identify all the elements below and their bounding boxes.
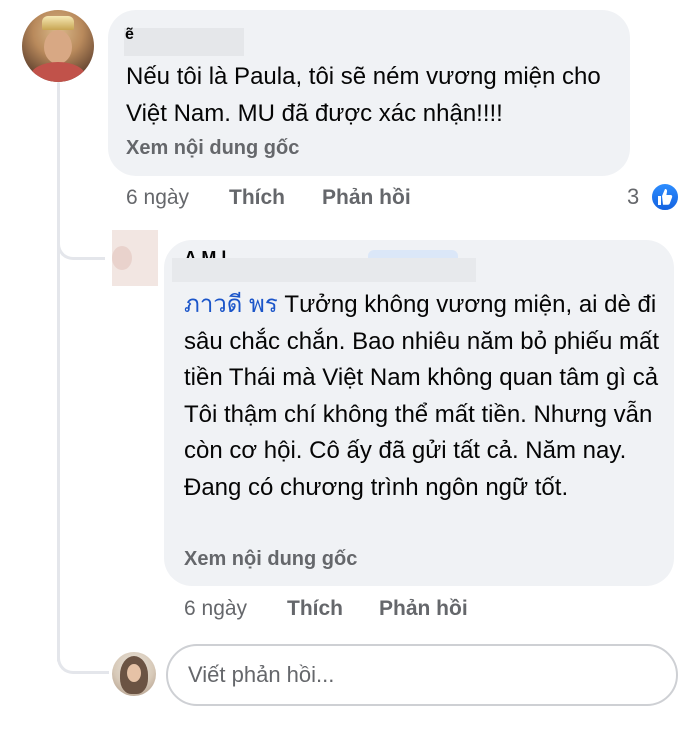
like-thumb-icon[interactable] [650,182,680,212]
avatar-face [44,30,72,64]
thread-connector-reply [57,228,105,260]
reply-comment-body: Tưởng không vương miện, ai dè đi sâu chắ… [184,291,659,501]
avatar-blur [112,246,132,270]
mention-tag[interactable]: ภาวดี พร [184,291,278,318]
current-user-avatar [112,652,156,696]
reply-input-placeholder: Viết phản hồi... [188,662,335,687]
reply-see-original-link[interactable]: Xem nội dung gốc [184,548,357,571]
reply-comment-text: ภาวดี พร Tưởng không vương miện, ai dè đ… [184,287,662,506]
reply-time[interactable]: 6 ngày [184,597,247,621]
reply-author-avatar[interactable] [112,230,158,286]
thread-connector-input [57,640,109,674]
commenter-avatar[interactable] [22,10,94,82]
reply-reply-button[interactable]: Phản hồi [379,597,468,621]
avatar-body [30,62,86,82]
crown-shape [42,16,74,30]
author-name-visible-part: ẽ [125,26,134,43]
reply-author-name-partial: A M l [184,248,227,258]
blurred-reply-author-name[interactable] [172,258,476,282]
avatar-face [127,664,141,682]
reply-like-button[interactable]: Thích [287,597,343,621]
blurred-author-name[interactable] [124,28,244,56]
see-original-link[interactable]: Xem nội dung gốc [126,137,299,160]
like-button[interactable]: Thích [229,186,285,210]
comment-time[interactable]: 6 ngày [126,186,189,210]
reply-button[interactable]: Phản hồi [322,186,411,210]
reaction-count[interactable]: 3 [627,184,639,210]
comment-text: Nếu tôi là Paula, tôi sẽ ném vương miện … [126,63,601,127]
thumb-shape [658,189,673,205]
thread-line [57,82,60,662]
